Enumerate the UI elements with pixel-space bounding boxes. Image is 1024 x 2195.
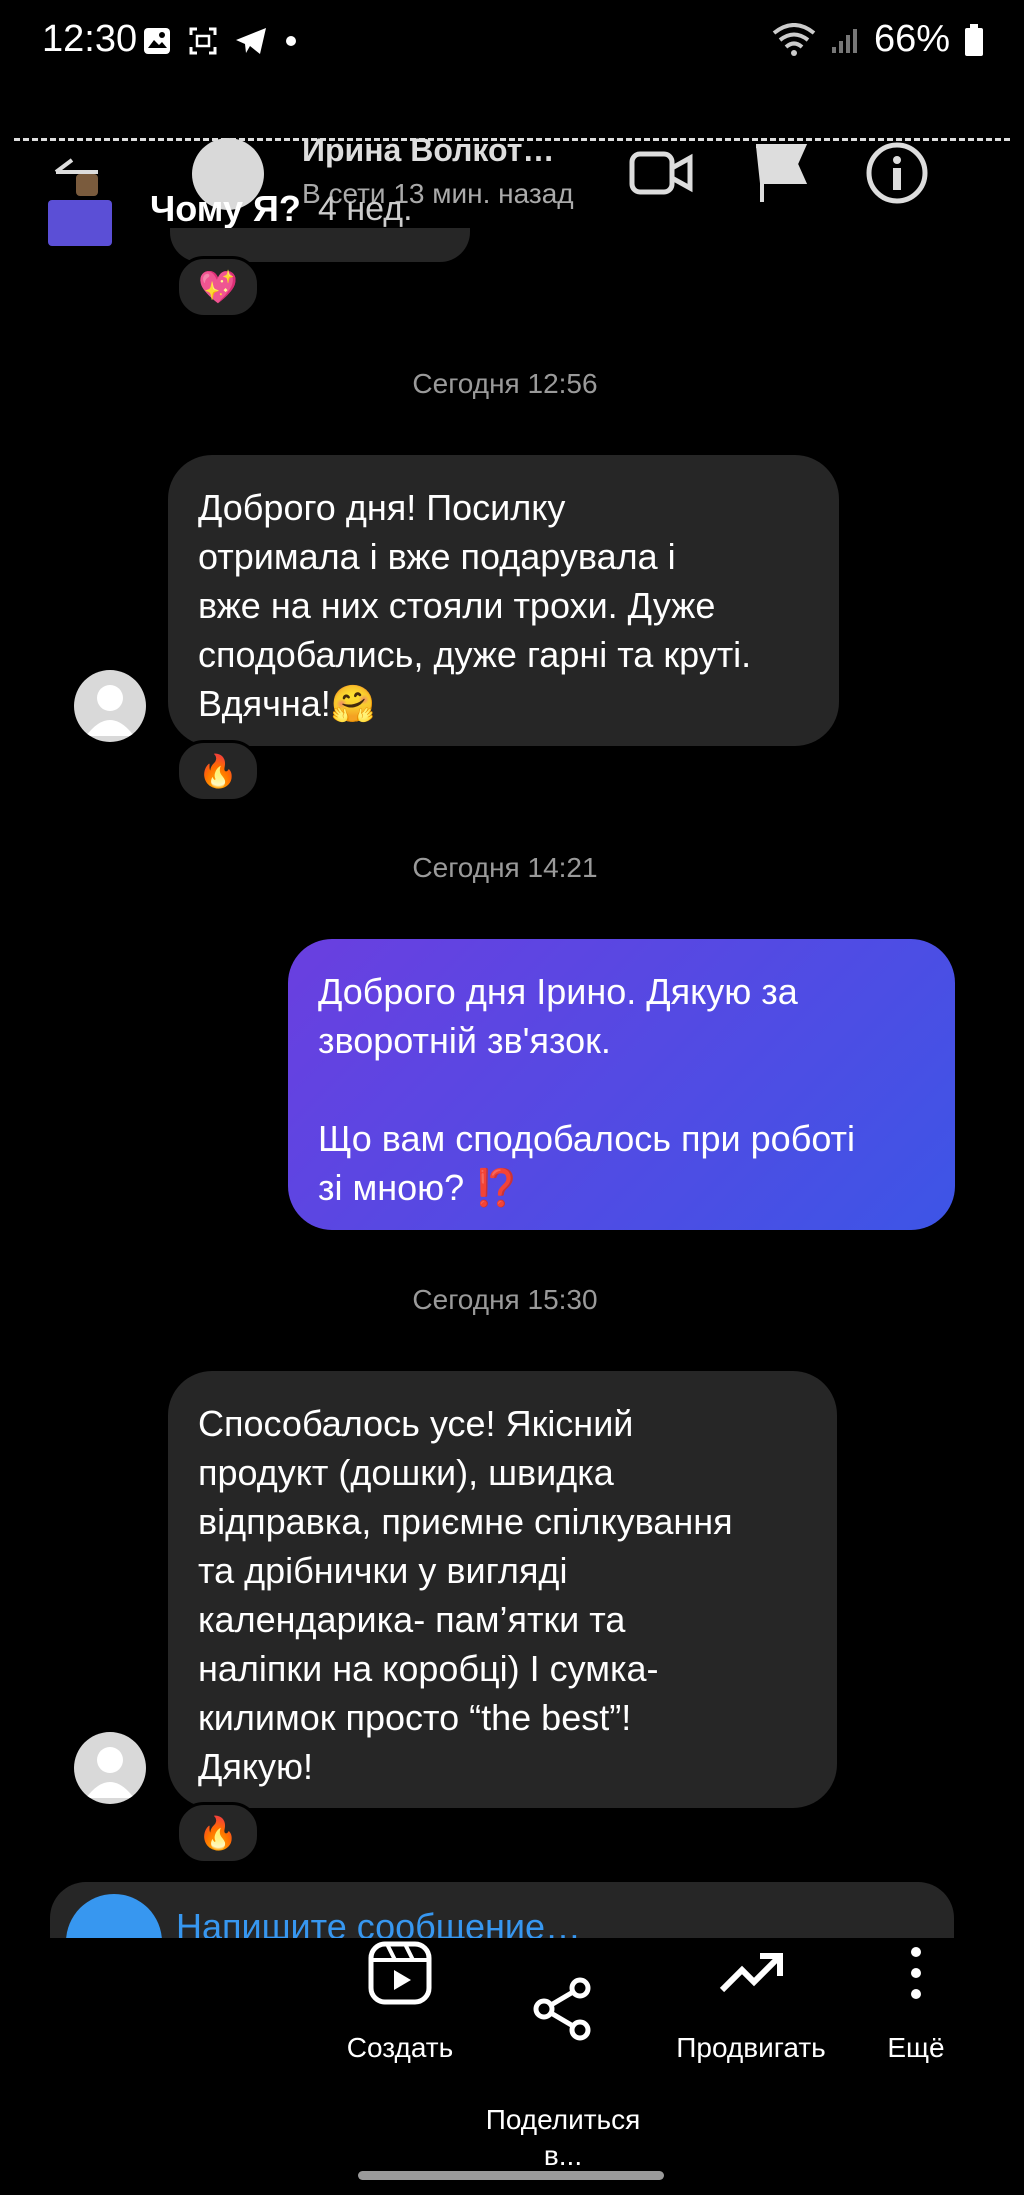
battery-icon xyxy=(965,23,983,56)
story-title: Чому Я? xyxy=(150,188,301,229)
status-time: 12:30 xyxy=(42,18,138,60)
contact-name[interactable]: Ирина Волкот… xyxy=(302,132,554,169)
story-age: 4 нед. xyxy=(318,190,413,228)
promote-label: Продвигать xyxy=(676,2032,826,2063)
reaction-emoji: 🔥 xyxy=(198,753,238,789)
incoming-message-bubble[interactable]: Способалось усе! Якісний продукт (дошки)… xyxy=(168,1371,837,1808)
video-call-button[interactable] xyxy=(628,140,694,206)
more-button[interactable]: Ещё xyxy=(856,1938,976,2066)
reaction-badge[interactable]: 💖 xyxy=(176,256,260,318)
default-avatar-icon xyxy=(86,1747,134,1798)
reaction-emoji: 💖 xyxy=(198,269,238,305)
sender-avatar[interactable] xyxy=(74,1732,146,1804)
timestamp: Сегодня 12:56 xyxy=(412,368,598,399)
status-right: 66% xyxy=(772,18,984,61)
sender-avatar[interactable] xyxy=(74,670,146,742)
status-notification-icons xyxy=(142,26,298,56)
outgoing-message-bubble[interactable]: Доброго дня Ірино. Дякую за зворотній зв… xyxy=(288,939,955,1230)
gallery-icon xyxy=(144,28,170,54)
flag-button[interactable] xyxy=(748,140,814,206)
video-camera-icon xyxy=(629,151,693,195)
reaction-badge[interactable]: 🔥 xyxy=(176,740,260,802)
timestamp: Сегодня 14:21 xyxy=(412,852,598,883)
default-avatar-icon xyxy=(86,685,134,736)
screenshot-icon xyxy=(189,27,217,55)
more-label: Ещё xyxy=(887,2032,945,2063)
reels-icon xyxy=(368,1941,432,2005)
more-vertical-icon xyxy=(911,1947,921,1999)
timestamp: Сегодня 15:30 xyxy=(412,1284,598,1315)
info-button[interactable] xyxy=(864,140,930,206)
share-to-button[interactable]: Поделиться в... xyxy=(478,1938,648,2174)
wifi-icon xyxy=(772,22,816,56)
promote-button[interactable]: Продвигать xyxy=(666,1938,836,2066)
incoming-message-bubble[interactable]: Доброго дня! Посилку отримала і вже пода… xyxy=(168,455,839,746)
story-thumbnail[interactable] xyxy=(48,200,112,246)
more-notifications-dot-icon xyxy=(286,36,296,46)
share-to-label: Поделиться в... xyxy=(485,2104,641,2171)
battery-percent: 66% xyxy=(873,18,950,60)
flag-icon xyxy=(756,144,808,202)
back-arrow-icon xyxy=(54,158,98,196)
reaction-emoji: 🔥 xyxy=(198,1815,238,1851)
signal-icon xyxy=(831,28,857,53)
create-label: Создать xyxy=(346,2032,454,2063)
info-icon xyxy=(866,142,928,204)
telegram-icon xyxy=(236,28,266,54)
trending-icon xyxy=(719,1953,783,1993)
home-indicator[interactable] xyxy=(358,2171,664,2180)
reaction-badge[interactable]: 🔥 xyxy=(176,1802,260,1864)
create-button[interactable]: Создать xyxy=(330,1938,470,2066)
share-icon xyxy=(533,1977,591,2041)
